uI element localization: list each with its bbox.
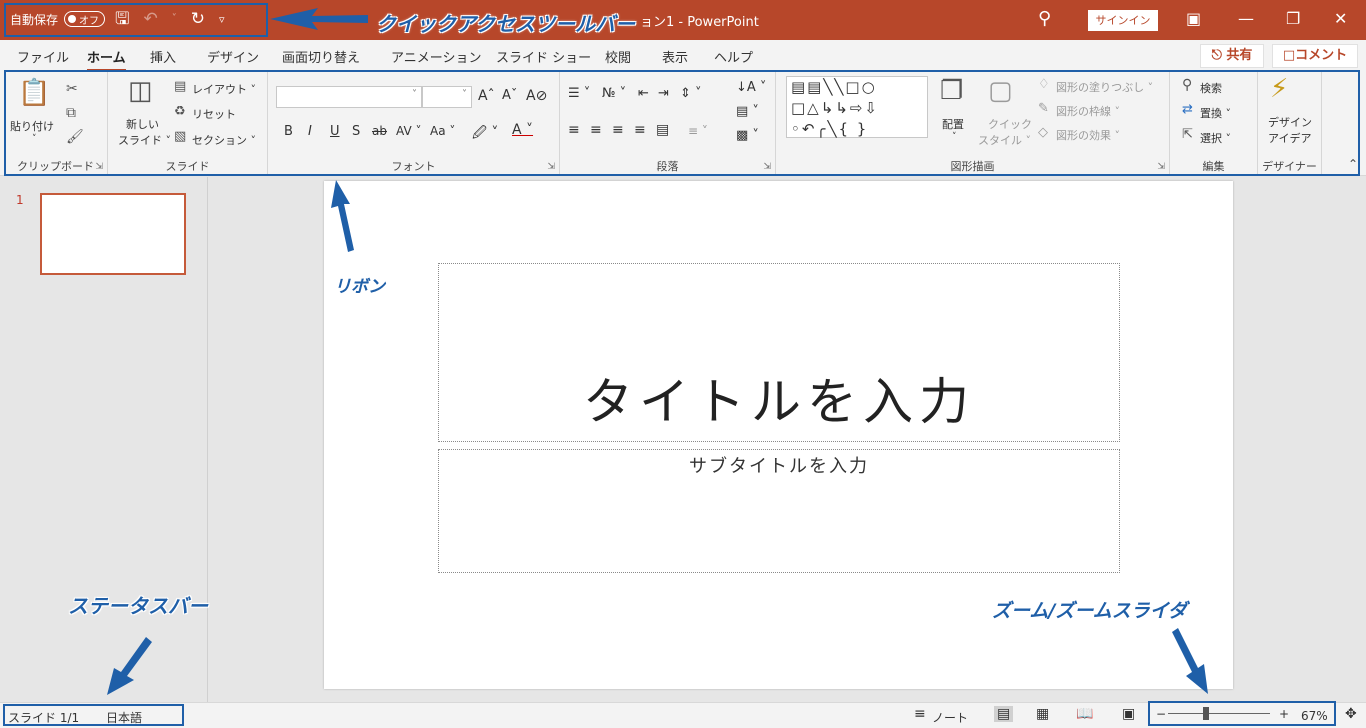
ribbon-display-icon[interactable]: ▣ — [1186, 9, 1201, 28]
statusbar-annotation: ステータスバー — [68, 594, 208, 618]
share-button[interactable]: ⎋ 共有 — [1200, 44, 1264, 68]
qat-annotation: クイックアクセスツールバー — [376, 12, 635, 36]
qat-highlight-box — [4, 3, 268, 37]
slide-number: 1 — [16, 193, 24, 207]
tab-review[interactable]: 校閲 — [605, 47, 631, 66]
ribbon-highlight-box — [4, 70, 1360, 176]
menu-tabs: ファイル ホーム 挿入 デザイン 画面切り替え アニメーション スライド ショー… — [0, 40, 1366, 72]
tab-design[interactable]: デザイン — [207, 47, 259, 66]
slide-sorter-icon[interactable]: ▦ — [1036, 706, 1049, 722]
tab-transitions[interactable]: 画面切り替え — [282, 47, 360, 66]
statusbar-highlight-box — [3, 704, 184, 726]
document-title: ョン1 - PowerPoint — [640, 15, 759, 30]
minimize-icon[interactable]: — — [1238, 9, 1254, 28]
tab-animations[interactable]: アニメーション — [391, 47, 481, 66]
slideshow-icon[interactable]: ▣ — [1122, 706, 1135, 722]
tab-slideshow[interactable]: スライド ショー — [496, 47, 591, 66]
signin-button[interactable]: サインイン — [1088, 10, 1158, 31]
restore-icon[interactable]: ❐ — [1286, 9, 1300, 28]
comment-label: コメント — [1295, 48, 1348, 63]
ribbon-annotation: リボン — [334, 277, 385, 297]
share-label: 共有 — [1226, 48, 1253, 63]
tab-view[interactable]: 表示 — [662, 47, 688, 66]
notes-icon[interactable]: ≡ — [914, 706, 926, 722]
comment-button[interactable]: □コメント — [1272, 44, 1358, 68]
slide-thumbnail-pane: 1 — [0, 177, 208, 702]
tab-help[interactable]: ヘルプ — [714, 47, 753, 66]
tab-insert[interactable]: 挿入 — [150, 47, 176, 66]
search-icon[interactable]: ⚲ — [1038, 8, 1051, 29]
reading-view-icon[interactable]: 📖 — [1076, 706, 1093, 722]
normal-view-icon[interactable]: ▤ — [994, 706, 1014, 722]
close-icon[interactable]: ✕ — [1334, 9, 1347, 28]
slide-thumbnail[interactable] — [40, 193, 186, 275]
zoom-annotation: ズーム/ズームスライダ — [992, 600, 1188, 622]
fit-to-window-icon[interactable]: ✥ — [1345, 706, 1357, 722]
notes-button[interactable]: ノート — [932, 709, 968, 726]
zoom-highlight-box — [1148, 701, 1336, 726]
tab-home[interactable]: ホーム — [87, 47, 126, 72]
subtitle-placeholder-text[interactable]: サブタイトルを入力 — [438, 452, 1120, 478]
tab-file[interactable]: ファイル — [17, 47, 69, 66]
title-placeholder-text[interactable]: タイトルを入力 — [438, 362, 1120, 434]
